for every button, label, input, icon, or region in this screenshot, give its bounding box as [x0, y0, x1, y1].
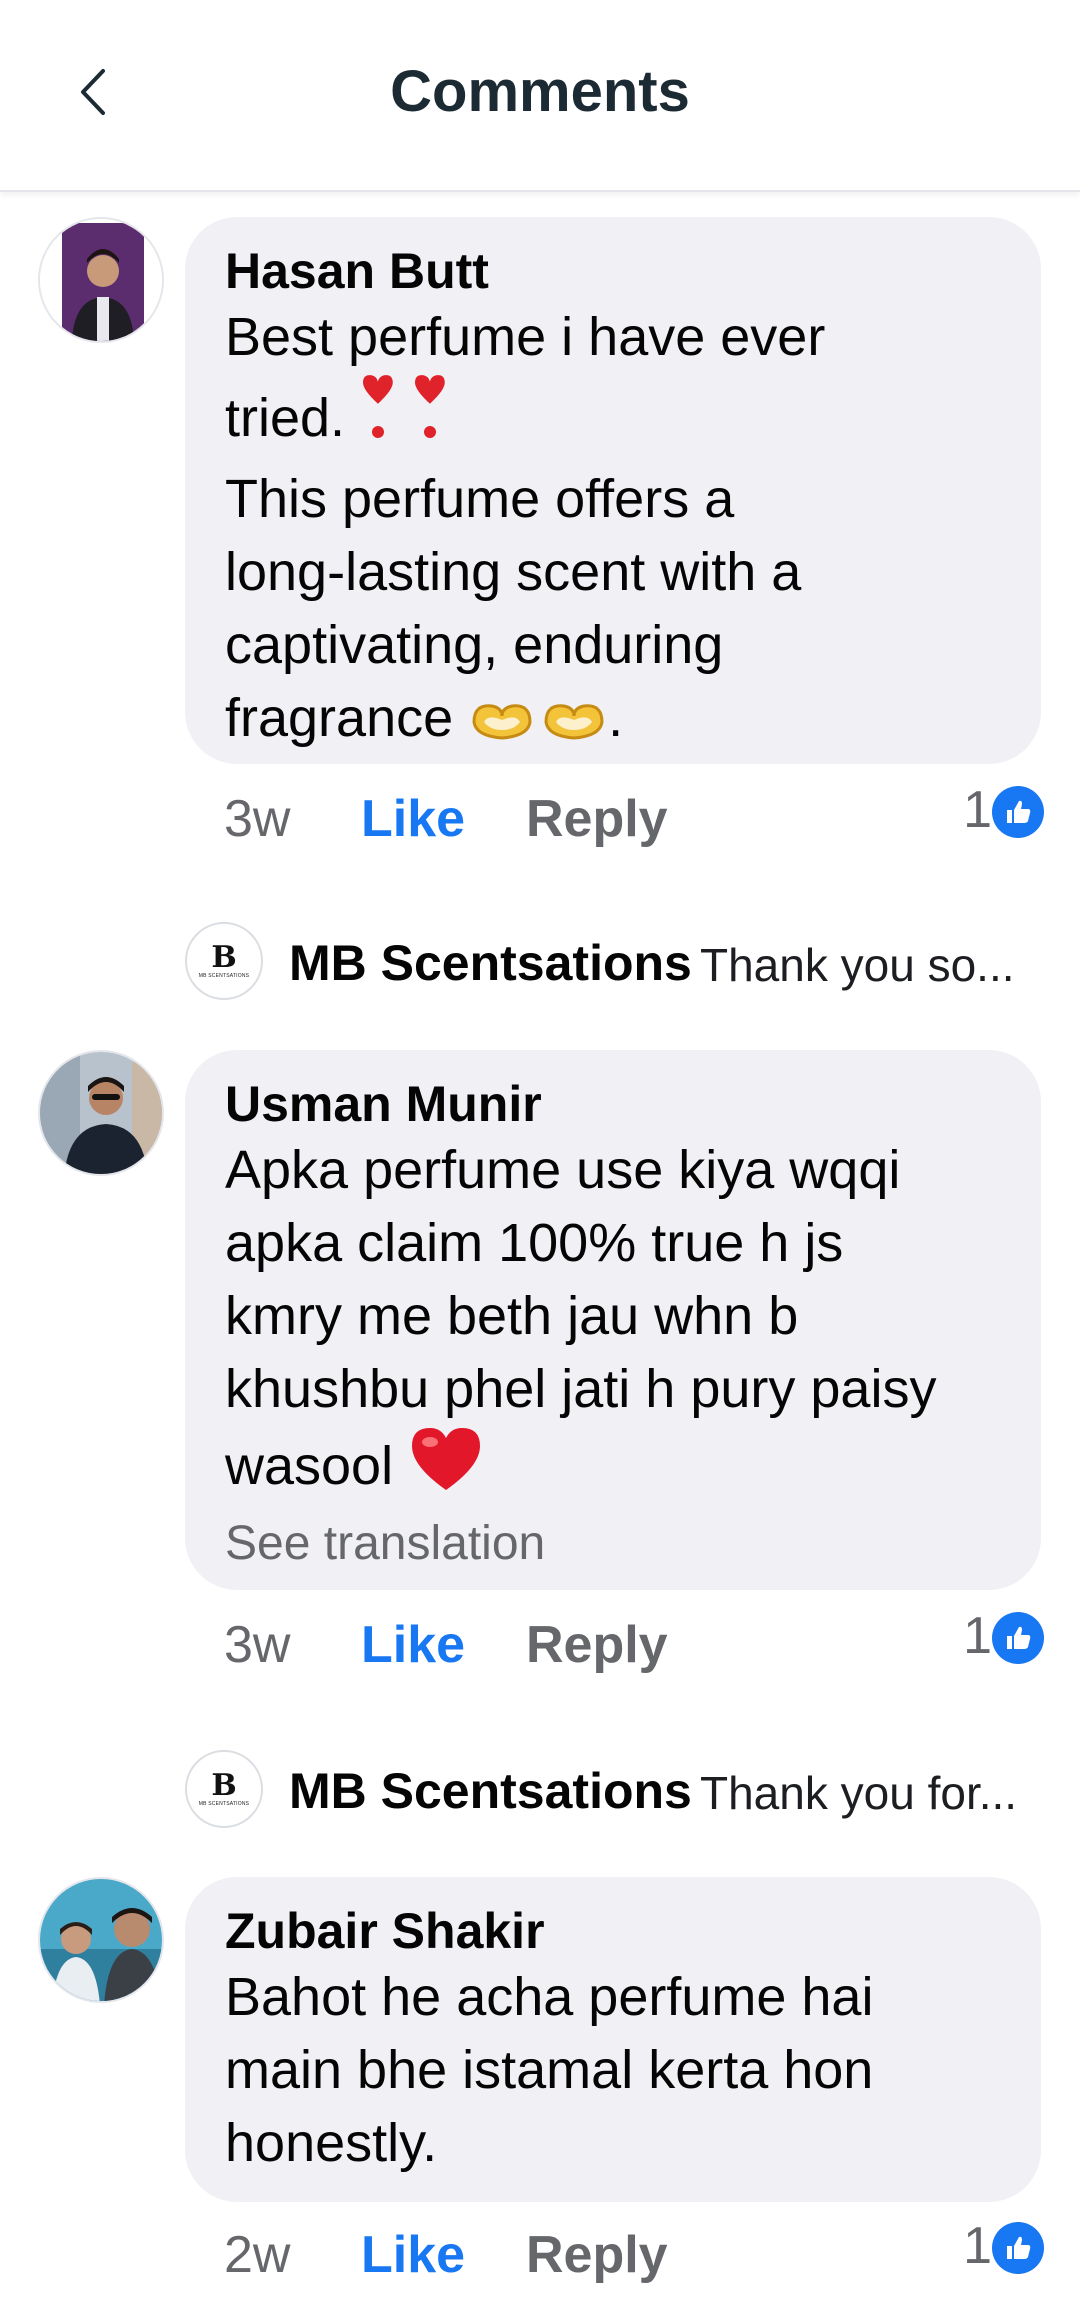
avatar-image [40, 1879, 162, 2001]
comment-text-line: This perfume offers a long-lasting scent… [225, 469, 802, 675]
logo-mark: B [211, 1768, 237, 1803]
comment-text: Bahot he acha perfume hai main bhe istam… [225, 1967, 874, 2173]
comment-text: Best perfume i have ever tried. This perfu… [225, 301, 1001, 763]
header-bar: Comments [0, 0, 1080, 192]
comment-author[interactable]: Zubair Shakir [225, 1901, 1001, 1961]
thumbs-up-icon[interactable] [992, 2222, 1044, 2274]
reply-button[interactable]: Reply [526, 2220, 668, 2290]
thumbs-up-icon[interactable] [992, 1612, 1044, 1664]
reply-snippet[interactable]: Thank you for... [700, 1766, 1017, 1820]
comment-author[interactable]: Hasan Butt [225, 241, 1001, 301]
avatar[interactable] [38, 1877, 164, 2003]
comment-text-line: Apka perfume use kiya wqqi apka claim 10… [225, 1140, 937, 1419]
thumbs-up-icon[interactable] [992, 786, 1044, 838]
comment-actions: 3w Like Reply 1 [224, 781, 1044, 854]
comment-text: Apka perfume use kiya wqqi apka claim 10… [225, 1134, 1001, 1511]
comment-author[interactable]: Usman Munir [225, 1074, 1001, 1134]
reaction-count[interactable]: 1 [963, 2216, 992, 2276]
reply-preview[interactable]: B MB SCENTSATIONS MB Scentsations Thank … [185, 1750, 1045, 1830]
page-title: Comments [390, 59, 690, 124]
comment-time: 2w [224, 2226, 291, 2284]
see-translation-link[interactable]: See translation [225, 1511, 1001, 1577]
like-button[interactable]: Like [361, 784, 465, 854]
comment-actions: 3w Like Reply 1 [224, 1607, 1044, 1680]
comment-text-line: Best perfume i have ever [225, 307, 826, 367]
avatar-image [40, 1052, 162, 1174]
like-button[interactable]: Like [361, 1610, 465, 1680]
comment-time: 3w [224, 790, 291, 848]
like-button[interactable]: Like [361, 2220, 465, 2290]
brand-logo-avatar[interactable]: B MB SCENTSATIONS [185, 1750, 263, 1828]
comment-bubble[interactable]: Zubair Shakir Bahot he acha perfume hai … [185, 1877, 1041, 2202]
comments-screen: Comments Hasan Butt Best perfume i have … [0, 0, 1080, 2316]
reply-snippet[interactable]: Thank you so... [700, 938, 1015, 992]
reaction-count[interactable]: 1 [963, 1606, 992, 1666]
avatar[interactable] [38, 217, 164, 343]
reply-preview[interactable]: B MB SCENTSATIONS MB Scentsations Thank … [185, 922, 1045, 1002]
comment-bubble[interactable]: Usman Munir Apka perfume use kiya wqqi a… [185, 1050, 1041, 1590]
comment-bubble[interactable]: Hasan Butt Best perfume i have ever tried… [185, 217, 1041, 764]
heavy-heart-exclamation-icon [345, 374, 449, 463]
comment-actions: 2w Like Reply 1 [224, 2217, 1044, 2290]
reply-button[interactable]: Reply [526, 784, 668, 854]
reaction-count[interactable]: 1 [963, 780, 992, 840]
comment-time: 3w [224, 1616, 291, 1674]
avatar-image [40, 219, 162, 341]
avatar[interactable] [38, 1050, 164, 1176]
comment-text-line: wasool [225, 1436, 394, 1496]
heart-hands-icon [468, 690, 608, 763]
reply-button[interactable]: Reply [526, 1610, 668, 1680]
logo-text: MB SCENTSATIONS [198, 973, 250, 979]
comment-text-line: . [608, 688, 624, 748]
comment-text-line: tried. [225, 388, 346, 448]
red-heart-icon [408, 1426, 484, 1511]
logo-text: MB SCENTSATIONS [198, 1801, 250, 1807]
reply-author[interactable]: MB Scentsations [289, 934, 692, 992]
reply-author[interactable]: MB Scentsations [289, 1762, 692, 1820]
logo-mark: B [211, 940, 237, 975]
brand-logo-avatar[interactable]: B MB SCENTSATIONS [185, 922, 263, 1000]
comment-text-line: fragrance [225, 688, 454, 748]
